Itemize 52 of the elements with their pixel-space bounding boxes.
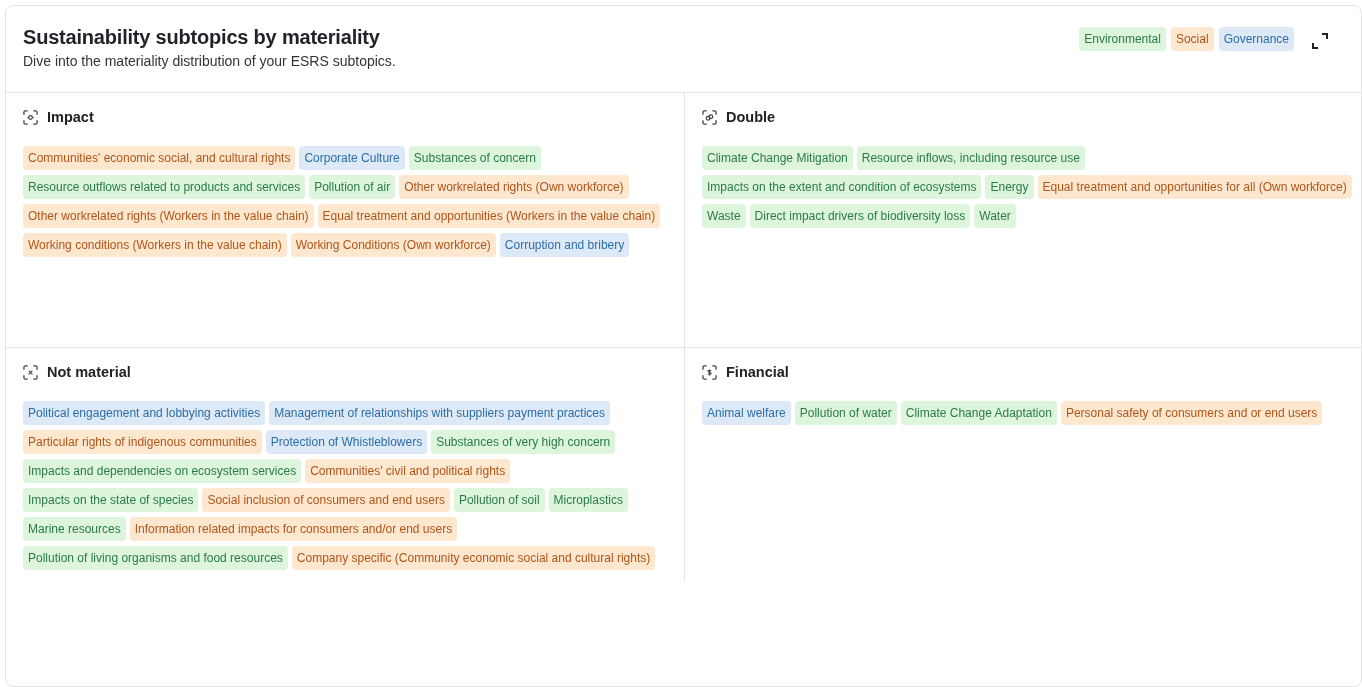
topic-tag: Microplastics <box>548 488 628 512</box>
legend-tag: Environmental <box>1079 27 1166 51</box>
topic-tag: Water <box>974 204 1016 228</box>
topic-tag: Substances of concern <box>408 146 541 170</box>
card-subtitle: Dive into the materiality distribution of your ESRS subtopics. <box>23 53 397 69</box>
card-title: Sustainability subtopics by materiality <box>23 26 381 49</box>
topic-tag: Impacts on the state of species <box>23 488 199 512</box>
topic-tag: Climate Change Mitigation <box>702 146 853 170</box>
topic-tag: Substances of very high concern <box>431 430 616 454</box>
topic-tag: Social inclusion of consumers and end users <box>202 488 450 512</box>
topic-tag: Other workrelated rights (Workers in the value chain) <box>23 204 314 228</box>
topic-tag: Resource inflows, including resource use <box>856 146 1085 170</box>
topic-tag: Pollution of air <box>309 175 396 199</box>
topic-tag: Political engagement and lobbying activities <box>23 401 266 425</box>
target-icon <box>23 109 38 125</box>
topic-tag: Information related impacts for consumers and/or end users <box>129 517 458 541</box>
topic-tag: Resource outflows related to products and services <box>23 175 306 199</box>
topic-tag: Management of relationships with suppliers payment practices <box>269 401 610 425</box>
topic-tag: Particular rights of indigenous communities <box>23 430 262 454</box>
topic-tag: Climate Change Adaptation <box>900 401 1057 425</box>
cross-icon <box>23 364 38 380</box>
topic-tag: Communities' economic social, and cultural rights <box>23 146 296 170</box>
link-icon <box>702 109 717 125</box>
topic-tag: Working Conditions (Own workforce) <box>290 233 496 257</box>
topic-tag: Pollution of living organisms and food resources <box>23 546 288 570</box>
topic-tag: Animal welfare <box>702 401 791 425</box>
topic-tag: Impacts and dependencies on ecosystem services <box>23 459 302 483</box>
expand-icon[interactable] <box>1312 33 1328 49</box>
topic-tag: Waste <box>702 204 746 228</box>
topic-tag: Protection of Whistleblowers <box>265 430 428 454</box>
topic-tag: Equal treatment and opportunities for all (Own workforce) <box>1037 175 1352 199</box>
topic-tag: Impacts on the extent and condition of ecosystems <box>702 175 982 199</box>
topic-tag: Pollution of soil <box>453 488 545 512</box>
topic-tag: Direct impact drivers of biodiversity loss <box>749 204 971 228</box>
topic-tag: Energy <box>985 175 1034 199</box>
legend-tag: Governance <box>1218 27 1294 51</box>
section-title: Double <box>726 109 776 125</box>
section-title: Not material <box>47 364 131 380</box>
topic-tag: Equal treatment and opportunities (Workers in the value chain) <box>317 204 661 228</box>
topic-tag: Working conditions (Workers in the value chain) <box>23 233 287 257</box>
topic-tag: Corruption and bribery <box>499 233 630 257</box>
topic-tag: Pollution of water <box>794 401 897 425</box>
legend-tag: Social <box>1170 27 1214 51</box>
section-title: Impact <box>47 109 94 125</box>
topic-tag: Other workrelated rights (Own workforce) <box>399 175 629 199</box>
topic-tag: Marine resources <box>23 517 126 541</box>
topic-tag: Communities' civil and political rights <box>305 459 511 483</box>
topic-tag: Company specific (Community economic social and cultural rights) <box>291 546 656 570</box>
dollar-icon <box>702 364 717 380</box>
topic-tag: Personal safety of consumers and or end users <box>1060 401 1323 425</box>
section-title: Financial <box>726 364 789 380</box>
topic-tag: Corporate Culture <box>299 146 405 170</box>
